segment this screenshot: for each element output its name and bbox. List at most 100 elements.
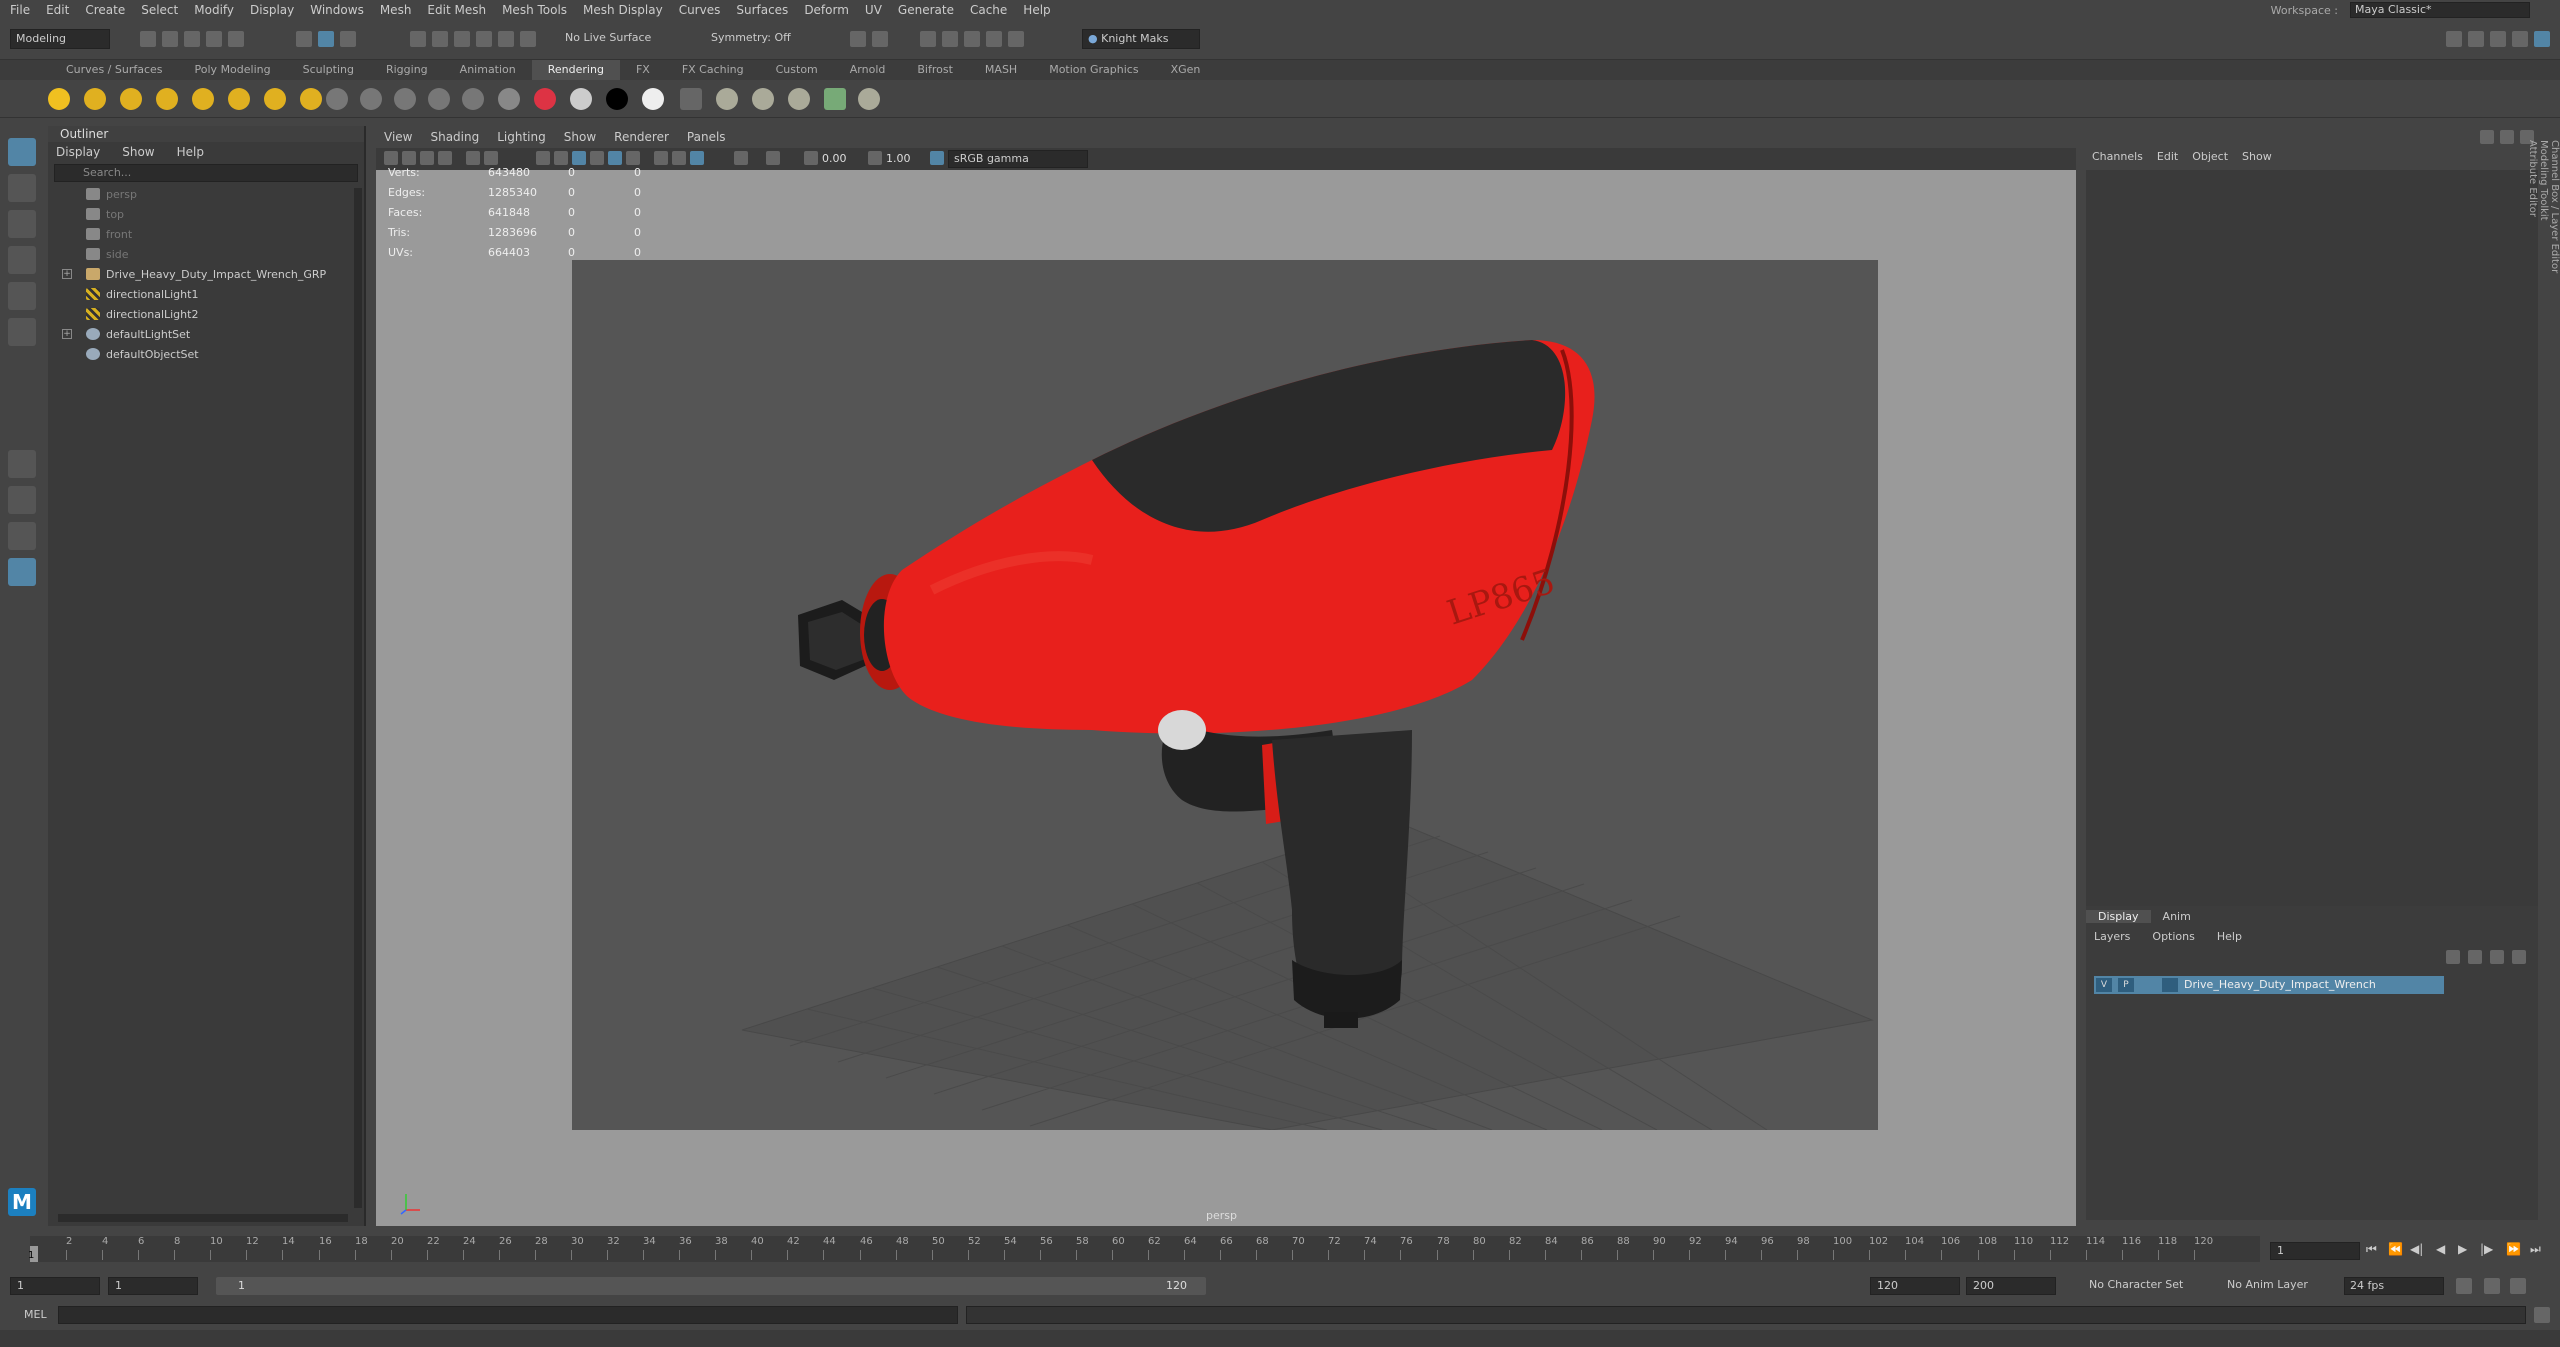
menu-help[interactable]: Help — [1023, 3, 1050, 17]
arnold-render-icon[interactable] — [964, 31, 980, 47]
live-surface-dropdown[interactable]: No Live Surface — [560, 29, 680, 49]
light-editor-icon[interactable] — [300, 88, 322, 110]
shader-anisotropic-icon[interactable] — [428, 88, 450, 110]
render-sequence-icon[interactable] — [752, 88, 774, 110]
gate-mask-icon[interactable] — [766, 151, 780, 165]
go-to-end-icon[interactable]: ⏭ — [2530, 1242, 2541, 1257]
select-tool-icon[interactable] — [8, 138, 36, 166]
render-settings-icon[interactable] — [920, 31, 936, 47]
render-region-icon[interactable] — [680, 88, 702, 110]
outliner-item[interactable]: + defaultLightSet — [48, 324, 364, 344]
playback-start-field[interactable]: 1 — [108, 1277, 198, 1295]
shelf-tab-xgen[interactable]: XGen — [1155, 60, 1217, 80]
render-frame-icon[interactable] — [824, 88, 846, 110]
side-tab-modeling-toolkit[interactable]: Modeling Toolkit — [2538, 140, 2549, 476]
shadows-icon[interactable] — [608, 151, 622, 165]
menu-file[interactable]: File — [10, 3, 30, 17]
menu-generate[interactable]: Generate — [898, 3, 954, 17]
outliner-item[interactable]: directionalLight2 — [48, 304, 364, 324]
outliner-menu-help[interactable]: Help — [177, 145, 204, 159]
tool-settings-icon[interactable] — [2490, 31, 2506, 47]
shader-layered-icon[interactable] — [498, 88, 520, 110]
layer-menu-help[interactable]: Help — [2217, 930, 2242, 943]
isolate-select-icon[interactable] — [654, 151, 668, 165]
go-to-start-icon[interactable]: ⏮ — [2366, 1242, 2377, 1257]
modeling-toolkit-icon[interactable] — [2446, 31, 2462, 47]
command-language-label[interactable]: MEL — [24, 1308, 47, 1321]
textured-icon[interactable] — [572, 151, 586, 165]
layer-visibility-toggle[interactable]: V — [2096, 978, 2112, 992]
menu-deform[interactable]: Deform — [804, 3, 849, 17]
side-tab-channel-box-layer-editor[interactable]: Channel Box / Layer Editor — [2549, 140, 2560, 476]
smooth-shade-icon[interactable] — [554, 151, 568, 165]
menu-modify[interactable]: Modify — [194, 3, 234, 17]
channel-menu-show[interactable]: Show — [2242, 150, 2272, 163]
menu-mesh-display[interactable]: Mesh Display — [583, 3, 663, 17]
time-slider[interactable]: 1 2 4 6 8 10 12 14 16 18 20 22 24 26 28 30 32 34 36 38 40 42… — [0, 1230, 2560, 1270]
cancel-batch-icon[interactable] — [788, 88, 810, 110]
channel-box-icon[interactable] — [2512, 31, 2528, 47]
attribute-editor-icon[interactable] — [2468, 31, 2484, 47]
select-component-icon[interactable] — [340, 31, 356, 47]
two-panes-icon[interactable] — [8, 522, 36, 550]
menu-cache[interactable]: Cache — [970, 3, 1007, 17]
viewport-menu-view[interactable]: View — [384, 130, 412, 144]
colorspace-dropdown[interactable]: sRGB gamma — [948, 150, 1088, 168]
camera-attributes-icon[interactable] — [402, 151, 416, 165]
paint-select-icon[interactable] — [8, 210, 36, 238]
viewport-menu-lighting[interactable]: Lighting — [497, 130, 546, 144]
select-camera-icon[interactable] — [384, 151, 398, 165]
channel-box-settings-icon[interactable] — [2480, 130, 2494, 144]
render-icon[interactable] — [850, 31, 866, 47]
shader-surface-icon[interactable] — [462, 88, 484, 110]
film-gate-icon[interactable] — [484, 151, 498, 165]
new-empty-layer-icon[interactable] — [2490, 950, 2504, 964]
material-black-icon[interactable] — [606, 88, 628, 110]
outliner-item[interactable]: persp — [48, 184, 364, 204]
select-object-icon[interactable] — [318, 31, 334, 47]
resolution-gate-icon[interactable] — [734, 151, 748, 165]
shelf-tab-animation[interactable]: Animation — [444, 60, 532, 80]
channel-menu-object[interactable]: Object — [2192, 150, 2228, 163]
viewport-menu-show[interactable]: Show — [564, 130, 596, 144]
menu-mesh-tools[interactable]: Mesh Tools — [502, 3, 567, 17]
shelf-tab-mash[interactable]: MASH — [969, 60, 1033, 80]
layer-playback-toggle[interactable]: P — [2118, 978, 2134, 992]
layer-type-toggle[interactable] — [2140, 978, 2156, 992]
step-forward-key-icon[interactable]: ⏩ — [2506, 1242, 2521, 1256]
wireframe-icon[interactable] — [536, 151, 550, 165]
volume-light-icon[interactable] — [228, 88, 250, 110]
snap-vertex-icon[interactable] — [520, 31, 536, 47]
symmetry-dropdown[interactable]: Symmetry: Off — [706, 29, 816, 49]
step-back-frame-icon[interactable]: ◀| — [2410, 1242, 2423, 1256]
menu-surfaces[interactable]: Surfaces — [736, 3, 788, 17]
layer-move-down-icon[interactable] — [2468, 950, 2482, 964]
layer-row[interactable]: V P Drive_Heavy_Duty_Impact_Wrench — [2094, 976, 2444, 994]
menu-edit[interactable]: Edit — [46, 3, 69, 17]
shelf-tab-motion-graphics[interactable]: Motion Graphics — [1033, 60, 1154, 80]
viewport-menu-renderer[interactable]: Renderer — [614, 130, 669, 144]
shelf-tab-rigging[interactable]: Rigging — [370, 60, 444, 80]
lights-icon[interactable] — [590, 151, 604, 165]
exposure-value[interactable]: 0.00 — [822, 152, 847, 165]
new-scene-icon[interactable] — [140, 31, 156, 47]
xray-icon[interactable] — [672, 151, 686, 165]
outliner-item[interactable]: defaultObjectSet — [48, 344, 364, 364]
shelf-tab-poly-modeling[interactable]: Poly Modeling — [179, 60, 287, 80]
ambient-light-icon[interactable] — [48, 88, 70, 110]
select-hierarchy-icon[interactable] — [296, 31, 312, 47]
anim-layer-dropdown[interactable]: No Anim Layer — [2222, 1277, 2338, 1295]
batch-render-icon[interactable] — [716, 88, 738, 110]
shader-lambert-icon[interactable] — [326, 88, 348, 110]
ambient-occlusion-icon[interactable] — [626, 151, 640, 165]
shelf-tab-custom[interactable]: Custom — [760, 60, 834, 80]
shelf-tab-fx[interactable]: FX — [620, 60, 666, 80]
menu-mesh[interactable]: Mesh — [380, 3, 412, 17]
point-light-icon[interactable] — [120, 88, 142, 110]
menu-edit-mesh[interactable]: Edit Mesh — [427, 3, 486, 17]
directional-light-icon[interactable] — [84, 88, 106, 110]
channel-menu-channels[interactable]: Channels — [2092, 150, 2143, 163]
snap-point-icon[interactable] — [454, 31, 470, 47]
current-frame-field[interactable]: 1 — [2270, 1242, 2360, 1260]
animation-prefs-icon[interactable] — [2510, 1278, 2526, 1294]
